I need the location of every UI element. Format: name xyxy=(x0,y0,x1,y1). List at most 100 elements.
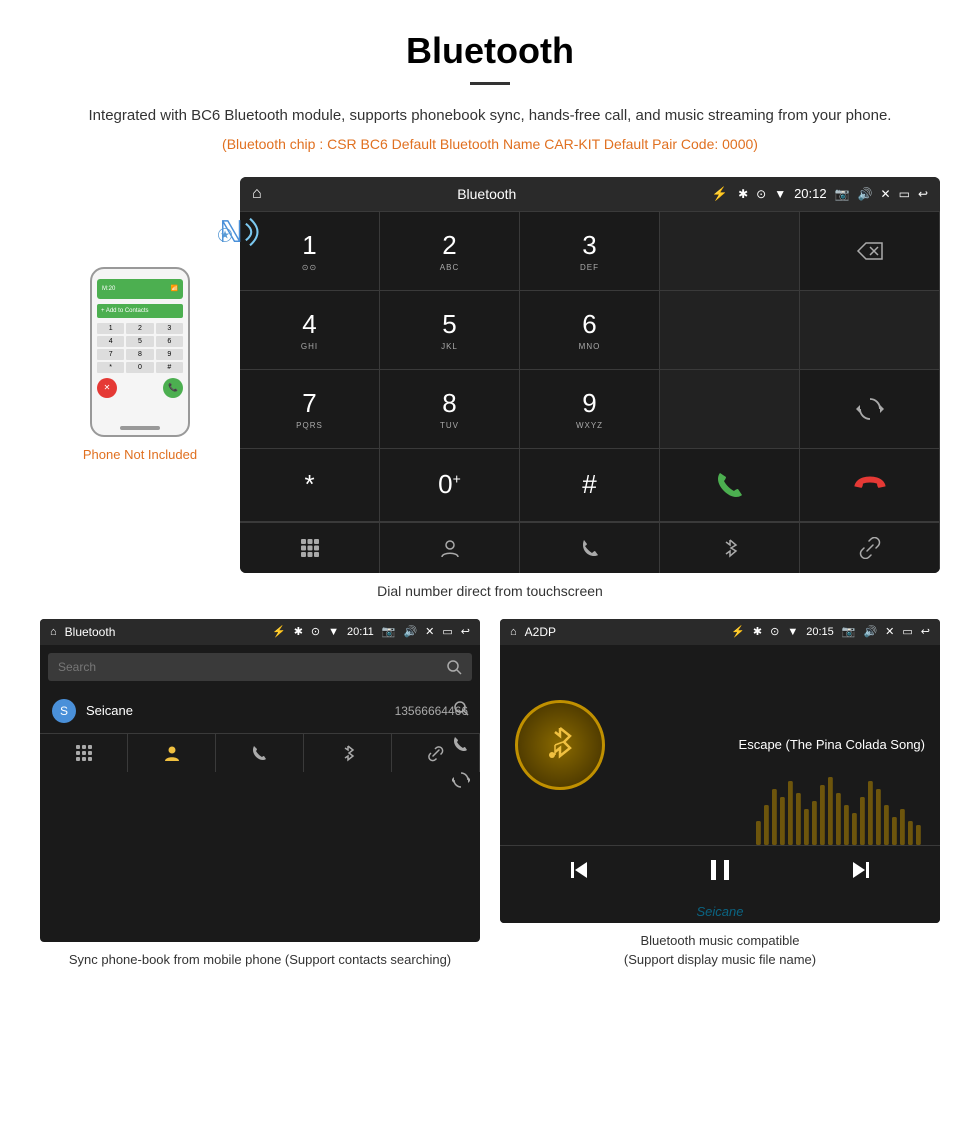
phonebook-contact-list: S Seicane 13566664466 xyxy=(40,689,480,733)
phonebook-screenshot: ⌂ Bluetooth ⚡ ✱ ⊙ ▼ 20:11 📷 🔊 ✕ ▭ ↩ Sear… xyxy=(40,619,480,943)
pb-refresh-icon[interactable] xyxy=(452,771,470,789)
music-cam-icon: 📷 xyxy=(842,625,856,638)
music-controls xyxy=(500,845,940,900)
back-icon[interactable]: ↩ xyxy=(918,187,928,201)
dialer-header-right-icons: ✱ ⊙ ▼ 20:12 📷 🔊 ✕ ▭ ↩ xyxy=(738,186,928,201)
close-icon[interactable]: ✕ xyxy=(881,187,891,201)
dial-caption: Dial number direct from touchscreen xyxy=(40,583,940,599)
dial-call-red-button[interactable] xyxy=(800,449,940,522)
dial-key-6[interactable]: 6MNO xyxy=(520,291,660,370)
music-content: Escape (The Pina Colada Song) xyxy=(500,645,940,845)
bottom-dialpad-icon[interactable] xyxy=(240,523,380,573)
music-waveform xyxy=(740,765,940,845)
dialer-screen: ⌂ Bluetooth ⚡ ✱ ⊙ ▼ 20:12 📷 🔊 ✕ ▭ ↩ xyxy=(240,177,940,573)
bluetooth-signal-icon: ℕ ⍟ xyxy=(210,207,270,257)
pb-cam-icon: 📷 xyxy=(382,625,396,638)
dial-key-7[interactable]: 7PQRS xyxy=(240,370,380,449)
bottom-bluetooth-icon[interactable] xyxy=(660,523,800,573)
music-col: ⌂ A2DP ⚡ ✱ ⊙ ▼ 20:15 📷 🔊 ✕ ▭ ↩ xyxy=(500,619,940,970)
phonebook-caption: Sync phone-book from mobile phone (Suppo… xyxy=(40,950,480,970)
dial-key-3[interactable]: 3DEF xyxy=(520,212,660,291)
phonebook-title: Bluetooth xyxy=(65,625,264,639)
pb-person-icon[interactable] xyxy=(128,734,216,772)
dial-key-8[interactable]: 8TUV xyxy=(380,370,520,449)
music-album-art xyxy=(515,700,605,790)
music-vol-icon: 🔊 xyxy=(863,625,877,638)
dial-refresh-button[interactable] xyxy=(800,370,940,449)
dial-key-9[interactable]: 9WXYZ xyxy=(520,370,660,449)
music-next-button[interactable] xyxy=(849,858,873,888)
bluetooth-info-text: (Bluetooth chip : CSR BC6 Default Blueto… xyxy=(40,136,940,152)
phonebook-right-icons xyxy=(447,689,475,799)
pb-dialpad-icon[interactable] xyxy=(40,734,128,772)
music-back-icon[interactable]: ↩ xyxy=(921,625,930,638)
phonebook-caption-text: Sync phone-book from mobile phone (Suppo… xyxy=(69,952,451,967)
music-header: ⌂ A2DP ⚡ ✱ ⊙ ▼ 20:15 📷 🔊 ✕ ▭ ↩ xyxy=(500,619,940,645)
pb-bluetooth-icon[interactable] xyxy=(304,734,392,772)
wifi-icon: ▼ xyxy=(774,187,786,201)
pb-back-icon[interactable]: ↩ xyxy=(461,625,470,638)
music-title: A2DP xyxy=(525,625,724,639)
dial-call-green-button[interactable] xyxy=(660,449,800,522)
music-bt-icon: ✱ xyxy=(753,625,762,638)
dial-key-empty-3 xyxy=(800,291,940,370)
pb-usb-icon: ⚡ xyxy=(272,625,286,638)
dial-key-hash[interactable]: # xyxy=(520,449,660,522)
pb-home-icon[interactable]: ⌂ xyxy=(50,626,57,638)
page-title: Bluetooth xyxy=(40,30,940,72)
dialer-bottom-bar xyxy=(240,522,940,573)
music-usb-icon: ⚡ xyxy=(731,625,745,638)
dial-key-empty-2 xyxy=(660,291,800,370)
music-prev-button[interactable] xyxy=(567,858,591,888)
dial-key-empty-4 xyxy=(660,370,800,449)
dial-key-star[interactable]: * xyxy=(240,449,380,522)
music-screenshot: ⌂ A2DP ⚡ ✱ ⊙ ▼ 20:15 📷 🔊 ✕ ▭ ↩ xyxy=(500,619,940,923)
pb-call-icon[interactable] xyxy=(452,735,470,753)
search-placeholder: Search xyxy=(58,660,96,674)
pb-phone-icon[interactable] xyxy=(216,734,304,772)
dialer-time: 20:12 xyxy=(794,186,827,201)
dial-backspace-button[interactable] xyxy=(800,212,940,291)
music-info: Escape (The Pina Colada Song) xyxy=(620,737,925,752)
contact-name: Seicane xyxy=(86,703,385,718)
dial-key-2[interactable]: 2ABC xyxy=(380,212,520,291)
dialer-keypad-grid: 1⊙⊙ 2ABC 3DEF 4GHI xyxy=(240,211,940,522)
main-section: ℕ ⍟ M:20 📶 + Add to Contacts 123 456 xyxy=(40,177,940,573)
search-icon[interactable] xyxy=(446,659,462,675)
pb-vol-icon: 🔊 xyxy=(403,625,417,638)
music-loc-icon: ⊙ xyxy=(770,625,779,638)
music-screen-icon: ▭ xyxy=(902,625,912,638)
phonebook-col: ⌂ Bluetooth ⚡ ✱ ⊙ ▼ 20:11 📷 🔊 ✕ ▭ ↩ Sear… xyxy=(40,619,480,970)
dial-key-4[interactable]: 4GHI xyxy=(240,291,380,370)
pb-bt-icon: ✱ xyxy=(294,625,303,638)
dialer-header: ⌂ Bluetooth ⚡ ✱ ⊙ ▼ 20:12 📷 🔊 ✕ ▭ ↩ xyxy=(240,177,940,211)
dialer-title: Bluetooth xyxy=(272,186,702,202)
music-play-pause-button[interactable] xyxy=(706,856,734,890)
svg-text:⍟: ⍟ xyxy=(218,221,233,249)
subtitle-text: Integrated with BC6 Bluetooth module, su… xyxy=(40,105,940,128)
music-close-icon[interactable]: ✕ xyxy=(885,625,894,638)
phone-body: M:20 📶 + Add to Contacts 123 456 789 *0#… xyxy=(90,267,190,437)
music-wifi-icon: ▼ xyxy=(787,626,798,638)
pb-screen-icon: ▭ xyxy=(442,625,452,638)
dial-key-5[interactable]: 5JKL xyxy=(380,291,520,370)
music-time: 20:15 xyxy=(806,626,834,638)
location-icon: ⊙ xyxy=(756,187,766,201)
pb-close-icon[interactable]: ✕ xyxy=(425,625,434,638)
bottom-contacts-icon[interactable] xyxy=(380,523,520,573)
dial-key-0[interactable]: 0+ xyxy=(380,449,520,522)
phonebook-bottom-bar xyxy=(40,733,480,772)
music-home-icon[interactable]: ⌂ xyxy=(510,626,517,638)
home-icon[interactable]: ⌂ xyxy=(252,185,262,203)
bottom-link-icon[interactable] xyxy=(800,523,940,573)
pb-time: 20:11 xyxy=(347,626,374,638)
phonebook-header: ⌂ Bluetooth ⚡ ✱ ⊙ ▼ 20:11 📷 🔊 ✕ ▭ ↩ xyxy=(40,619,480,645)
dial-key-empty-1 xyxy=(660,212,800,291)
pb-loc-icon: ⊙ xyxy=(311,625,320,638)
bottom-phone-icon[interactable] xyxy=(520,523,660,573)
phone-home-bar xyxy=(120,426,160,430)
phonebook-contact-item[interactable]: S Seicane 13566664466 xyxy=(40,689,480,733)
music-caption: Bluetooth music compatible(Support displ… xyxy=(500,931,940,970)
music-song-title: Escape (The Pina Colada Song) xyxy=(620,737,925,752)
pb-search-icon[interactable] xyxy=(452,699,470,717)
